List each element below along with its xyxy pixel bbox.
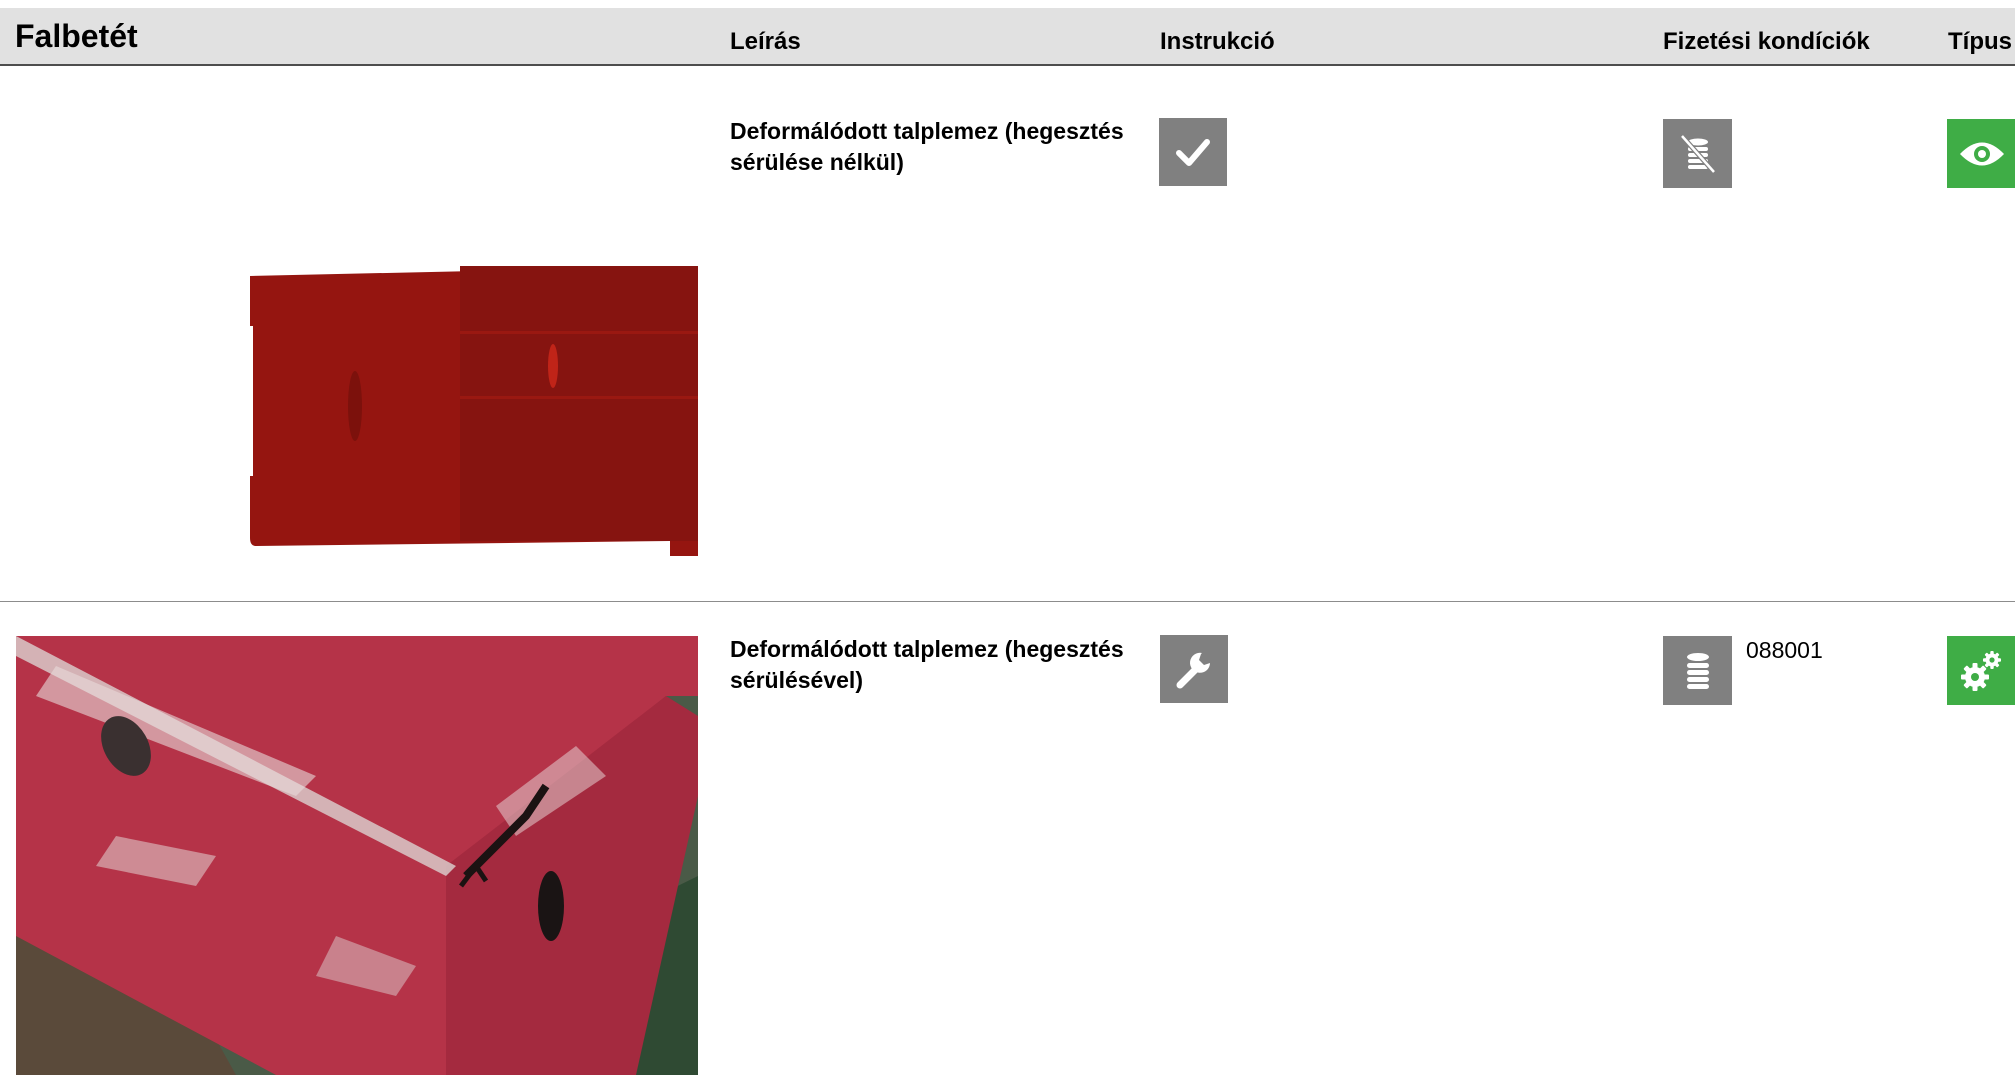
table-row: Deformálódott talplemez (hegesztés sérül… xyxy=(0,66,2015,602)
eye-icon[interactable] xyxy=(1947,119,2015,188)
red-panel-image xyxy=(248,266,698,556)
coins-crossed-icon[interactable] xyxy=(1663,119,1732,188)
row-description: Deformálódott talplemez (hegesztés sérül… xyxy=(730,118,1124,175)
column-header-instruction: Instrukció xyxy=(1160,28,1275,55)
coins-icon[interactable] xyxy=(1663,636,1732,705)
column-header-description: Leírás xyxy=(730,28,801,55)
table-row: Deformálódott talplemez (hegesztés sérül… xyxy=(0,602,2015,1075)
column-header-type: Típus xyxy=(1948,28,2012,55)
row-description: Deformálódott talplemez (hegesztés sérül… xyxy=(730,636,1124,693)
table-header: Falbetét Leírás Instrukció Fizetési kond… xyxy=(0,8,2015,66)
damaged-beam-image xyxy=(16,636,698,1075)
payment-code: 088001 xyxy=(1746,637,1823,663)
wrench-icon[interactable] xyxy=(1160,635,1228,703)
page-title: Falbetét xyxy=(15,18,138,54)
gears-icon[interactable] xyxy=(1947,636,2015,705)
column-header-payment: Fizetési kondíciók xyxy=(1663,28,1870,55)
checkmark-icon[interactable] xyxy=(1159,118,1227,186)
